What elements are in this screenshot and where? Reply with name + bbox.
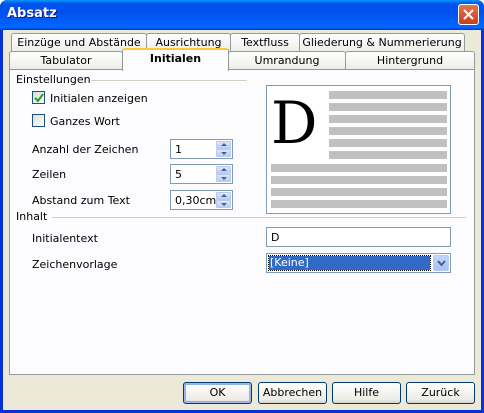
ok-button[interactable]: OK bbox=[183, 382, 252, 404]
char-style-value: [Keine] bbox=[268, 255, 431, 271]
preview-line bbox=[271, 176, 447, 184]
spin-down-icon[interactable] bbox=[216, 174, 231, 182]
num-chars-label: Anzahl der Zeichen bbox=[32, 143, 139, 156]
initial-text-label: Initialentext bbox=[32, 232, 98, 245]
dropdown-button[interactable] bbox=[433, 255, 449, 271]
spin-down-icon[interactable] bbox=[216, 149, 231, 157]
dialog-client: Einzüge und Abstände Ausrichtung Textflu… bbox=[3, 30, 481, 410]
preview-line bbox=[271, 188, 447, 196]
chevron-down-icon bbox=[437, 260, 446, 267]
tab-tabulator[interactable]: Tabulator bbox=[9, 51, 123, 71]
settings-divider bbox=[91, 80, 247, 81]
num-chars-spinner[interactable]: 1 bbox=[170, 139, 233, 159]
whole-word-label: Ganzes Wort bbox=[50, 115, 120, 128]
char-style-label: Zeichenvorlage bbox=[32, 258, 118, 271]
preview-line bbox=[329, 91, 447, 99]
close-icon bbox=[463, 9, 474, 20]
tab-hintergrund[interactable]: Hintergrund bbox=[345, 51, 475, 71]
dialog-window: Absatz Einzüge und Abstände Ausrichtung … bbox=[0, 0, 484, 413]
initial-text-input[interactable]: D bbox=[266, 227, 451, 247]
tab-gliederung[interactable]: Gliederung & Nummerierung bbox=[299, 33, 465, 53]
cancel-button[interactable]: Abbrechen bbox=[258, 382, 327, 404]
show-initials-label: Initialen anzeigen bbox=[50, 92, 148, 105]
tab-textfluss[interactable]: Textfluss bbox=[230, 33, 300, 53]
spacing-value: 0,30cm bbox=[175, 194, 217, 207]
spin-up-icon[interactable] bbox=[216, 166, 231, 174]
tab-initialen[interactable]: Initialen bbox=[122, 48, 229, 71]
preview-line bbox=[271, 200, 447, 208]
reset-button[interactable]: Zurück bbox=[406, 382, 475, 404]
tab-umrandung[interactable]: Umrandung bbox=[228, 51, 346, 71]
spacing-label: Abstand zum Text bbox=[32, 194, 130, 207]
lines-value: 5 bbox=[175, 168, 182, 181]
show-initials-checkbox[interactable] bbox=[32, 91, 45, 104]
drop-cap-preview: D bbox=[266, 85, 451, 214]
spin-up-icon[interactable] bbox=[216, 192, 231, 200]
spacing-spinner[interactable]: 0,30cm bbox=[170, 190, 233, 210]
num-chars-value: 1 bbox=[175, 143, 182, 156]
lines-spinner[interactable]: 5 bbox=[170, 164, 233, 184]
content-group-label: Inhalt bbox=[16, 210, 48, 223]
settings-group-label: Einstellungen bbox=[16, 73, 91, 86]
preview-line bbox=[329, 151, 447, 159]
checkmark-icon bbox=[34, 93, 44, 103]
window-title: Absatz bbox=[7, 6, 57, 21]
preview-line bbox=[329, 115, 447, 123]
tab-panel: Einstellungen Initialen anzeigen Ganzes … bbox=[9, 69, 475, 375]
char-style-select[interactable]: [Keine] bbox=[266, 253, 451, 273]
title-bar[interactable]: Absatz bbox=[0, 0, 484, 30]
preview-drop-letter: D bbox=[271, 89, 318, 157]
spin-up-icon[interactable] bbox=[216, 141, 231, 149]
content-divider bbox=[52, 217, 466, 218]
preview-line bbox=[329, 139, 447, 147]
close-button[interactable] bbox=[458, 4, 479, 25]
lines-label: Zeilen bbox=[32, 168, 67, 181]
preview-line bbox=[329, 127, 447, 135]
preview-line bbox=[271, 164, 447, 172]
spin-down-icon[interactable] bbox=[216, 200, 231, 208]
help-button[interactable]: Hilfe bbox=[332, 382, 401, 404]
preview-line bbox=[329, 103, 447, 111]
whole-word-checkbox[interactable] bbox=[32, 114, 45, 127]
